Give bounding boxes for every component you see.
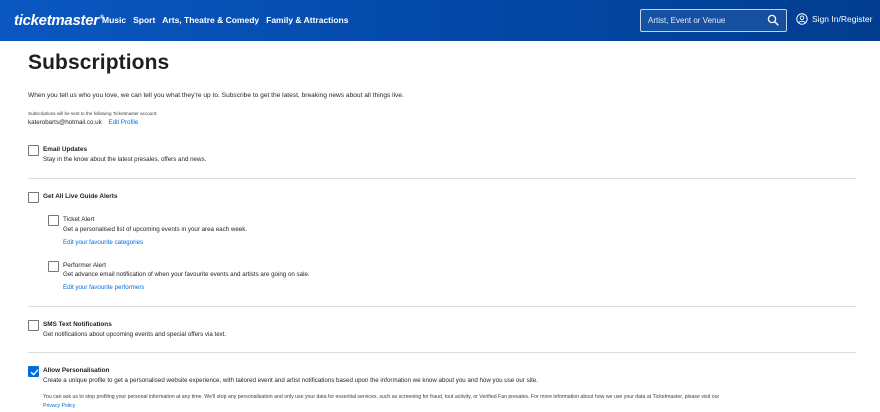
edit-favourite-categories-link[interactable]: Edit your favourite categories — [63, 239, 143, 246]
ticketmaster-logo[interactable]: ticketmaster® — [14, 12, 104, 29]
edit-favourite-performers-link[interactable]: Edit your favourite performers — [63, 284, 145, 291]
divider — [28, 352, 856, 353]
allow-personalisation-title: Allow Personalisation — [43, 367, 110, 374]
performer-alert-title: Performer Alert — [63, 262, 106, 269]
search-box — [640, 9, 787, 32]
sms-notifications-checkbox[interactable] — [28, 320, 39, 331]
user-icon — [796, 13, 808, 25]
nav-arts-theatre-comedy[interactable]: Arts, Theatre & Comedy — [162, 15, 259, 25]
nav-sport[interactable]: Sport — [133, 15, 155, 25]
nav-music[interactable]: Music — [102, 15, 126, 25]
sign-in-label: Sign In/Register — [812, 14, 873, 24]
performer-alert-checkbox[interactable] — [48, 261, 59, 272]
ticket-alert-checkbox[interactable] — [48, 215, 59, 226]
nav-family-attractions[interactable]: Family & Attractions — [266, 15, 348, 25]
checkmark-icon — [30, 369, 39, 376]
account-line: katerobarts@hotmail.co.uk Edit Profile — [28, 119, 138, 126]
privacy-policy-link[interactable]: Privacy Policy — [43, 403, 75, 409]
sms-notifications-title: SMS Text Notifications — [43, 321, 112, 328]
sign-in-register-link[interactable]: Sign In/Register — [796, 13, 872, 25]
account-email: katerobarts@hotmail.co.uk — [28, 119, 102, 126]
search-icon[interactable] — [767, 14, 779, 26]
search-input[interactable] — [641, 10, 761, 31]
ticket-alert-desc: Get a personalised list of upcoming even… — [63, 226, 248, 233]
divider — [28, 178, 856, 179]
edit-profile-link[interactable]: Edit Profile — [108, 119, 138, 126]
email-updates-desc: Stay in the know about the latest presal… — [43, 156, 207, 163]
intro-text: When you tell us who you love, we can te… — [28, 92, 404, 99]
allow-personalisation-desc: Create a unique profile to get a persona… — [43, 377, 538, 384]
live-guide-alerts-title: Get All Live Guide Alerts — [43, 193, 118, 200]
live-guide-alerts-checkbox[interactable] — [28, 192, 39, 203]
ticket-alert-title: Ticket Alert — [63, 216, 95, 223]
performer-alert-desc: Get advance email notification of when y… — [63, 271, 310, 278]
personalisation-fineprint: You can ask us to stop profiling your pe… — [43, 393, 843, 410]
account-note: Subscriptions will be sent to the follow… — [28, 111, 158, 116]
email-updates-checkbox[interactable] — [28, 145, 39, 156]
fineprint-text: You can ask us to stop profiling your pe… — [43, 394, 720, 400]
divider — [28, 306, 856, 307]
page-title: Subscriptions — [28, 51, 170, 74]
email-updates-title: Email Updates — [43, 146, 88, 153]
allow-personalisation-checkbox[interactable] — [28, 366, 39, 377]
main-nav: Music Sport Arts, Theatre & Comedy Famil… — [102, 15, 348, 25]
sms-notifications-desc: Get notifications about upcoming events … — [43, 331, 227, 338]
top-navigation-bar: ticketmaster® Music Sport Arts, Theatre … — [0, 0, 880, 41]
